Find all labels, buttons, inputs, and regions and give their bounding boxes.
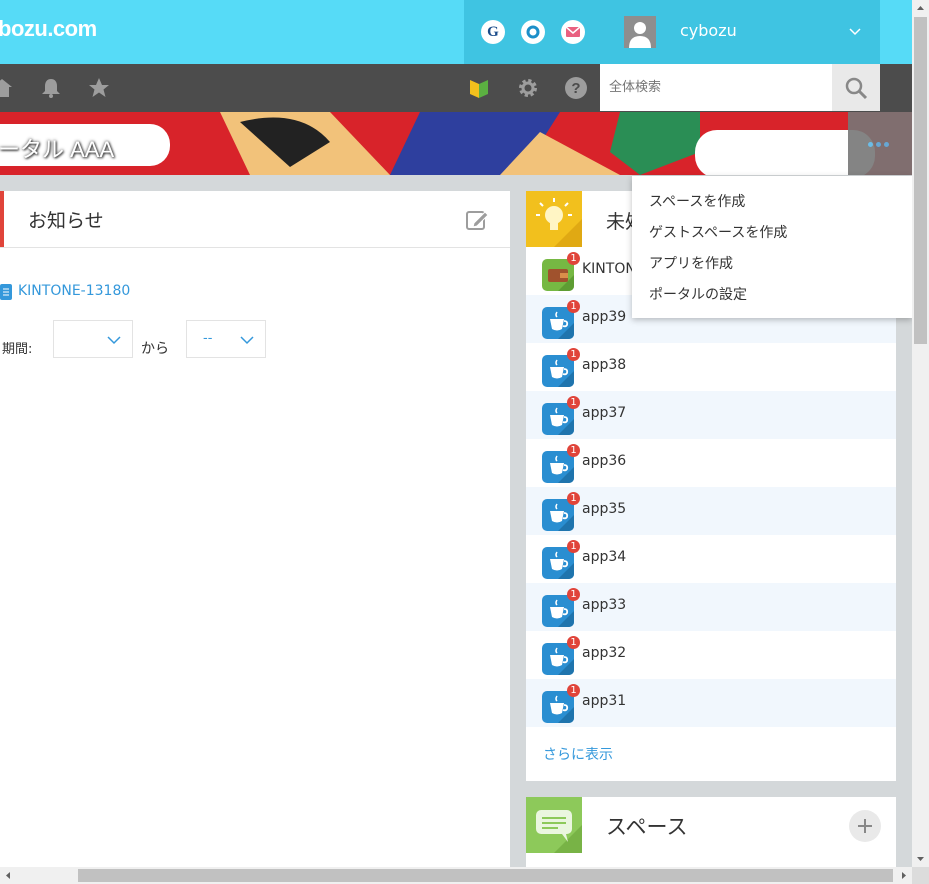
unread-app-name: app38	[582, 357, 627, 373]
search-button[interactable]	[832, 64, 880, 111]
unread-app-name: app37	[582, 405, 627, 421]
home-icon[interactable]	[0, 76, 14, 100]
scroll-left-arrow-icon	[6, 872, 10, 879]
header-bar: bozu.com G cybozu	[0, 0, 912, 64]
horizontal-scrollbar[interactable]	[0, 867, 912, 884]
unread-count-badge: 1	[567, 540, 580, 553]
app-link[interactable]: KINTONE-13180	[18, 283, 130, 299]
portal-more-button[interactable]	[848, 112, 912, 175]
unread-app-row[interactable]: 1 app34	[526, 535, 896, 583]
user-menu[interactable]: cybozu	[600, 0, 880, 64]
unread-app-row[interactable]: 1 app38	[526, 343, 896, 391]
search-input[interactable]	[600, 64, 832, 111]
unread-count-badge: 1	[567, 588, 580, 601]
chevron-down-icon	[848, 24, 862, 43]
show-more-link[interactable]: さらに表示	[543, 744, 613, 764]
unread-count-badge: 1	[567, 396, 580, 409]
unread-app-name: app39	[582, 309, 627, 325]
vertical-scroll-thumb[interactable]	[914, 17, 927, 344]
period-from-select[interactable]	[53, 320, 133, 358]
unread-count-badge: 1	[567, 444, 580, 457]
notice-accent	[0, 191, 4, 247]
menu-item-create-guest-space[interactable]: ゲストスペースを作成	[649, 222, 787, 242]
scroll-up-arrow-icon	[917, 6, 924, 10]
space-title: スペース	[606, 815, 688, 839]
menu-item-portal-settings[interactable]: ポータルの設定	[649, 284, 747, 304]
portal-title: ータル AAA	[0, 137, 115, 162]
menu-item-create-space[interactable]: スペースを作成	[649, 191, 745, 211]
list-icon	[0, 284, 12, 300]
space-panel: スペース	[526, 797, 896, 877]
unread-app-name: app33	[582, 597, 627, 613]
unread-count-badge: 1	[567, 684, 580, 697]
period-label: 期間:	[2, 342, 33, 357]
mail-icon[interactable]	[561, 20, 585, 44]
chevron-down-icon	[240, 336, 254, 345]
period-to-value: --	[203, 331, 213, 346]
unread-app-name: app34	[582, 549, 627, 565]
unread-count-badge: 1	[567, 300, 580, 313]
unread-app-name: app31	[582, 693, 627, 709]
portal-banner: ータル AAA	[0, 112, 912, 175]
star-icon[interactable]	[87, 76, 111, 100]
horizontal-scroll-thumb[interactable]	[78, 869, 893, 882]
unread-app-row[interactable]: 1 app31	[526, 679, 896, 727]
lightbulb-icon	[526, 191, 582, 247]
help-icon[interactable]: ?	[564, 76, 588, 100]
svg-text:?: ?	[571, 80, 580, 97]
notice-panel: お知らせ KINTONE-13180 期間: から --	[0, 191, 510, 871]
notice-title: お知らせ	[28, 210, 104, 232]
notice-header: お知らせ	[0, 191, 510, 248]
more-dot	[876, 142, 881, 147]
speech-bubble-icon	[526, 797, 582, 853]
more-dots-icon	[868, 142, 873, 147]
more-dot	[884, 142, 889, 147]
chevron-down-icon	[107, 336, 121, 345]
unread-count-badge: 1	[567, 492, 580, 505]
unread-app-row[interactable]: 1 app35	[526, 487, 896, 535]
plus-icon	[858, 819, 872, 833]
service-links: G	[464, 0, 600, 64]
unread-app-name: app36	[582, 453, 627, 469]
unread-app-row[interactable]: 1 app32	[526, 631, 896, 679]
gear-icon[interactable]	[516, 76, 540, 100]
scroll-down-arrow-icon	[917, 857, 924, 861]
scrollbar-corner	[912, 867, 929, 884]
period-separator: から	[141, 341, 169, 357]
garoon-g-icon[interactable]: G	[481, 20, 505, 44]
unread-app-row[interactable]: 1 app36	[526, 439, 896, 487]
avatar	[624, 16, 656, 48]
unread-count-badge: 1	[567, 636, 580, 649]
add-space-button[interactable]	[849, 810, 881, 842]
unread-app-row[interactable]: 1 app33	[526, 583, 896, 631]
portal-dropdown-menu: スペースを作成 ゲストスペースを作成 アプリを作成 ポータルの設定	[632, 176, 912, 318]
portal-title-box: ータル AAA	[0, 124, 170, 166]
bell-icon[interactable]	[39, 76, 63, 100]
menu-item-create-app[interactable]: アプリを作成	[649, 253, 733, 273]
unread-count-badge: 1	[567, 252, 580, 265]
search-icon	[845, 77, 868, 99]
edit-icon[interactable]	[465, 208, 489, 236]
unread-app-name: app32	[582, 645, 627, 661]
cybozu-logo[interactable]: bozu.com	[0, 16, 97, 42]
unread-app-name: app35	[582, 501, 627, 517]
period-to-select[interactable]: --	[186, 320, 266, 358]
user-name: cybozu	[680, 21, 737, 40]
unread-count-badge: 1	[567, 348, 580, 361]
beginner-mark-icon[interactable]	[467, 76, 491, 100]
unread-app-row[interactable]: 1 app37	[526, 391, 896, 439]
scroll-right-arrow-icon	[902, 872, 906, 879]
vertical-scrollbar[interactable]	[912, 0, 929, 867]
office-icon[interactable]	[521, 20, 545, 44]
